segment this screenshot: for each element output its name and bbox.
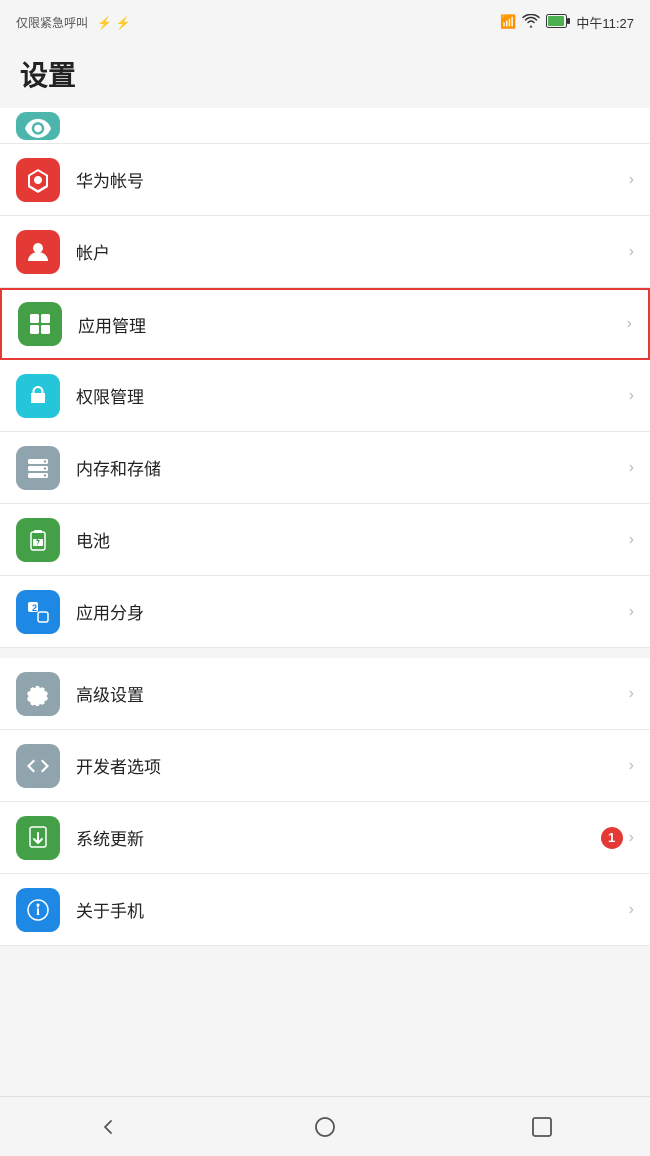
settings-item-storage[interactable]: 内存和存储 › [0, 432, 650, 504]
status-right: 📶 中午11:27 [500, 13, 634, 32]
storage-chevron: › [629, 459, 634, 477]
system-update-label: 系统更新 [76, 825, 601, 850]
partial-top-item [0, 108, 650, 144]
advanced-label: 高级设置 [76, 681, 629, 706]
advanced-icon [16, 672, 60, 716]
app-management-right: › [627, 315, 632, 333]
battery-label: 电池 [76, 527, 629, 552]
settings-item-app-twin[interactable]: 2 应用分身 › [0, 576, 650, 648]
back-button[interactable] [88, 1107, 128, 1147]
about-phone-chevron: › [629, 901, 634, 919]
app-management-icon [18, 302, 62, 346]
developer-right: › [629, 757, 634, 775]
battery-right: › [629, 531, 634, 549]
advanced-right: › [629, 685, 634, 703]
settings-item-app-management[interactable]: 应用管理 › [0, 288, 650, 360]
app-twin-icon: 2 [16, 590, 60, 634]
settings-item-huawei-account[interactable]: 华为帐号 › [0, 144, 650, 216]
battery-icon [546, 14, 570, 31]
recent-button[interactable] [522, 1107, 562, 1147]
huawei-account-label: 华为帐号 [76, 167, 629, 192]
about-phone-icon: i [16, 888, 60, 932]
battery-chevron: › [629, 531, 634, 549]
bottom-nav [0, 1096, 650, 1156]
sim-icon: 📶 [500, 14, 516, 30]
huawei-account-right: › [629, 171, 634, 189]
status-left-text: 仅限紧急呼叫 ⚡ ⚡ [16, 14, 131, 31]
status-bar: 仅限紧急呼叫 ⚡ ⚡ 📶 中午11:27 [0, 0, 650, 44]
app-twin-right: › [629, 603, 634, 621]
settings-item-advanced[interactable]: 高级设置 › [0, 658, 650, 730]
account-right: › [629, 243, 634, 261]
app-twin-chevron: › [629, 603, 634, 621]
separator-1 [0, 648, 650, 658]
storage-label: 内存和存储 [76, 455, 629, 480]
system-update-chevron: › [629, 829, 634, 847]
system-update-icon [16, 816, 60, 860]
developer-chevron: › [629, 757, 634, 775]
about-phone-label: 关于手机 [76, 897, 629, 922]
settings-item-system-update[interactable]: 系统更新 1 › [0, 802, 650, 874]
settings-list: 华为帐号 › 帐户 › 应用管理 › [0, 144, 650, 946]
permission-label: 权限管理 [76, 383, 629, 408]
partial-icon [16, 112, 60, 140]
permission-right: › [629, 387, 634, 405]
battery-setting-icon [16, 518, 60, 562]
account-icon [16, 230, 60, 274]
svg-text:2: 2 [32, 603, 37, 613]
app-management-label: 应用管理 [78, 312, 627, 337]
wifi-icon [522, 14, 540, 31]
huawei-account-icon [16, 158, 60, 202]
settings-item-account[interactable]: 帐户 › [0, 216, 650, 288]
system-update-badge: 1 [601, 827, 623, 849]
settings-item-about-phone[interactable]: i 关于手机 › [0, 874, 650, 946]
account-chevron: › [629, 243, 634, 261]
about-phone-right: › [629, 901, 634, 919]
permission-chevron: › [629, 387, 634, 405]
page-title: 设置 [0, 44, 650, 108]
home-button[interactable] [305, 1107, 345, 1147]
storage-icon [16, 446, 60, 490]
storage-right: › [629, 459, 634, 477]
time-display: 中午11:27 [576, 13, 634, 32]
developer-label: 开发者选项 [76, 753, 629, 778]
advanced-chevron: › [629, 685, 634, 703]
developer-icon [16, 744, 60, 788]
account-label: 帐户 [76, 239, 629, 264]
huawei-account-chevron: › [629, 171, 634, 189]
system-update-right: 1 › [601, 827, 634, 849]
permission-icon [16, 374, 60, 418]
settings-item-battery[interactable]: 电池 › [0, 504, 650, 576]
settings-item-developer[interactable]: 开发者选项 › [0, 730, 650, 802]
settings-item-permission[interactable]: 权限管理 › [0, 360, 650, 432]
app-twin-label: 应用分身 [76, 599, 629, 624]
app-management-chevron: › [627, 315, 632, 333]
